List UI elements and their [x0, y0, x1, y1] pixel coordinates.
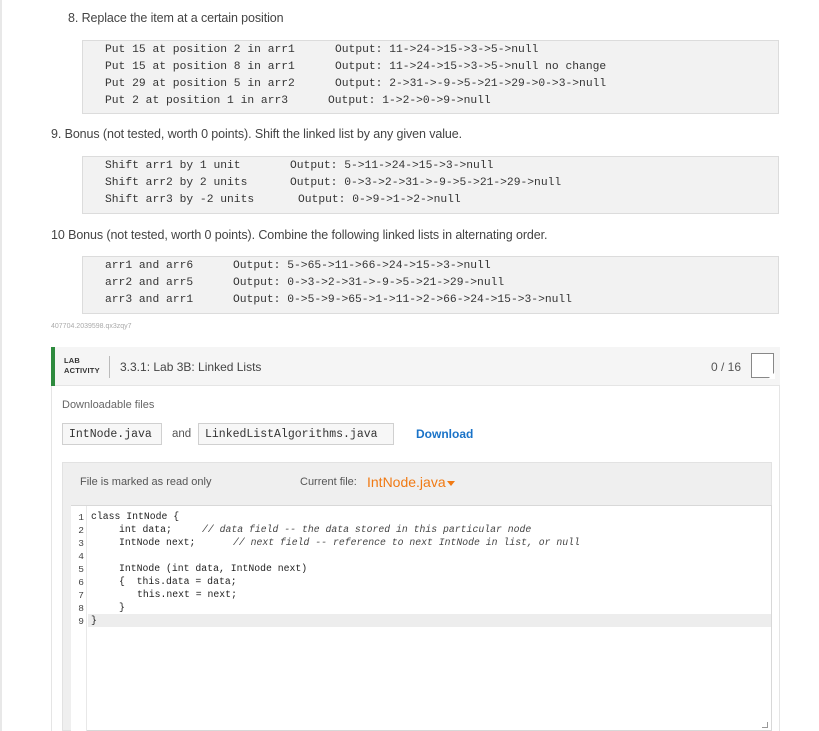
downloadable-files-label: Downloadable files: [62, 399, 155, 411]
q10-output-1: Output: 5->65->11->66->24->15->3->null: [233, 260, 491, 272]
q8-command-2: Put 15 at position 8 in arr1: [105, 61, 295, 73]
code-line-8: }: [119, 602, 125, 613]
q8-command-4: Put 2 at position 1 in arr3: [105, 95, 289, 107]
lab-tag-line2: ACTIVITY: [64, 366, 100, 375]
q9-output-3: Output: 0->9->1->2->null: [298, 194, 461, 206]
code-line-1: class IntNode {: [91, 511, 180, 522]
q8-command-1: Put 15 at position 2 in arr1: [105, 44, 295, 56]
q8-command-3: Put 29 at position 5 in arr2: [105, 78, 295, 90]
page-left-edge: [0, 0, 2, 731]
line-number: 2: [78, 525, 84, 536]
q8-output-2: Output: 11->24->15->3->5->null no change: [335, 61, 607, 73]
line-number: 7: [78, 590, 84, 601]
code-line-7: this.next = next;: [137, 589, 237, 600]
current-file-label: Current file:: [300, 476, 357, 488]
question-8-title: 8. Replace the item at a certain positio…: [68, 11, 284, 25]
code-line-9: }: [91, 615, 97, 626]
question-9-title: 9. Bonus (not tested, worth 0 points). S…: [51, 127, 462, 141]
line-number: 3: [78, 538, 84, 549]
score-badge-icon: [751, 353, 775, 379]
q10-output-3: Output: 0->5->9->65->1->11->2->66->24->1…: [233, 294, 572, 306]
line-number: 5: [78, 564, 84, 575]
q9-output-2: Output: 0->3->2->31->-9->5->21->29->null: [290, 177, 562, 189]
line-number: 6: [78, 577, 84, 588]
q9-command-2: Shift arr2 by 2 units: [105, 177, 248, 189]
q9-output-1: Output: 5->11->24->15->3->null: [290, 160, 494, 172]
read-only-label: File is marked as read only: [80, 476, 212, 488]
line-number: 9: [78, 616, 84, 627]
lab-title: 3.3.1: Lab 3B: Linked Lists: [120, 360, 262, 374]
q10-command-3: arr3 and arr1: [105, 294, 194, 306]
line-number: 4: [78, 551, 84, 562]
q8-output-3: Output: 2->31->-9->5->21->29->0->3->null: [335, 78, 607, 90]
activity-hash-id: 407704.2039598.qx3zqy7: [51, 323, 132, 330]
file-chip-intnode: IntNode.java: [62, 423, 162, 445]
question-10-title: 10 Bonus (not tested, worth 0 points). C…: [51, 228, 548, 242]
current-file-dropdown[interactable]: IntNode.java: [367, 474, 446, 490]
q10-command-1: arr1 and arr6: [105, 260, 194, 272]
lab-header-divider: [109, 356, 110, 378]
q10-command-2: arr2 and arr5: [105, 277, 194, 289]
lab-activity-tag: LAB ACTIVITY: [64, 356, 100, 376]
code-line-2: int data;: [119, 524, 172, 535]
chevron-down-icon[interactable]: [447, 481, 455, 486]
active-line-highlight: [88, 614, 771, 627]
resize-handle-icon[interactable]: [762, 722, 768, 728]
and-text: and: [172, 428, 192, 440]
line-number: 8: [78, 603, 84, 614]
lab-accent-bar: [51, 347, 55, 386]
q10-output-2: Output: 0->3->2->31->-9->5->21->29->null: [233, 277, 505, 289]
code-line-3: IntNode next;: [119, 537, 196, 548]
code-comment-3: // next field -- reference to next IntNo…: [233, 537, 580, 548]
line-number: 1: [78, 512, 84, 523]
download-button[interactable]: Download: [416, 427, 473, 441]
lab-tag-line1: LAB: [64, 356, 81, 365]
q9-command-3: Shift arr3 by -2 units: [105, 194, 255, 206]
code-line-6: { this.data = data;: [119, 576, 237, 587]
lab-score: 0 / 16: [711, 360, 742, 374]
code-line-5: IntNode (int data, IntNode next): [119, 563, 308, 574]
q8-output-4: Output: 1->2->0->9->null: [328, 95, 491, 107]
code-comment-2: // data field -- the data stored in this…: [202, 524, 532, 535]
q8-output-1: Output: 11->24->15->3->5->null: [335, 44, 539, 56]
file-chip-linkedlistalgorithms: LinkedListAlgorithms.java: [198, 423, 394, 445]
q9-command-1: Shift arr1 by 1 unit: [105, 160, 241, 172]
